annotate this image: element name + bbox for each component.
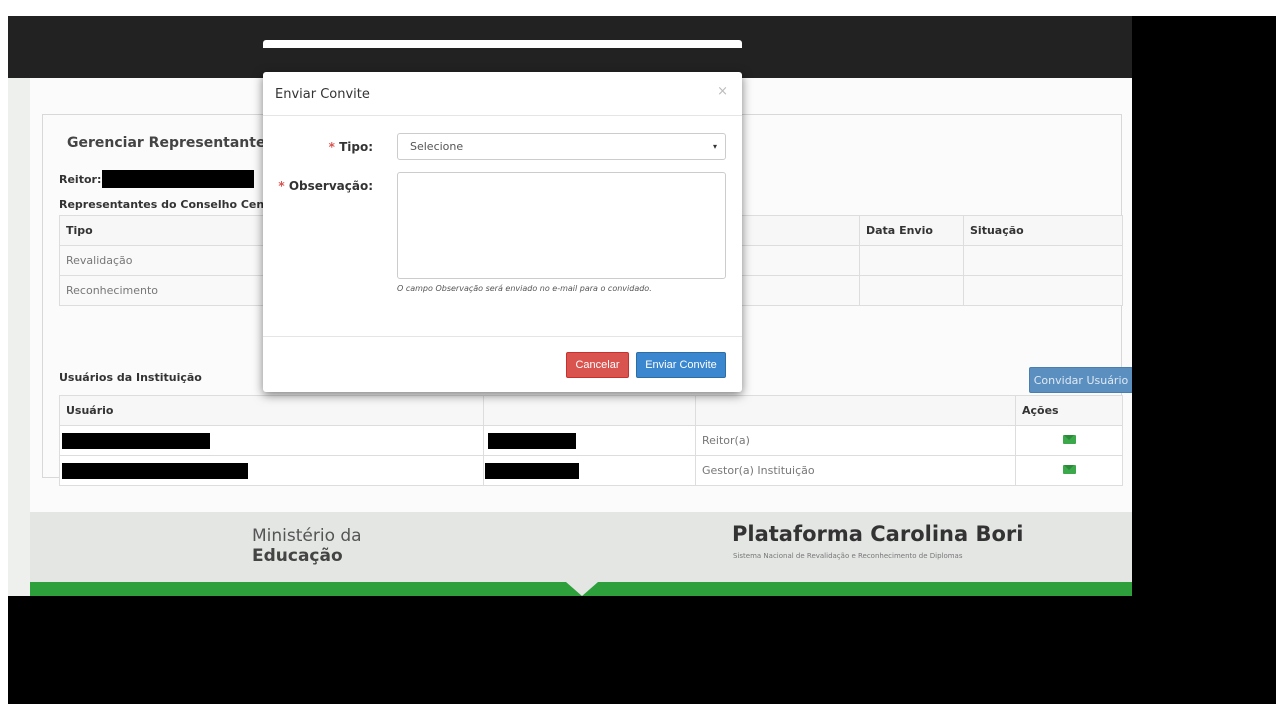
ministry-line-2: Educação	[252, 546, 343, 566]
cell-perfil: Gestor(a) Instituição	[695, 455, 1016, 486]
top-margin	[0, 0, 1276, 16]
required-mark: *	[278, 179, 285, 193]
platform-name: Plataforma Carolina Bori	[732, 522, 1024, 546]
tipo-select-value: Selecione	[410, 140, 464, 153]
modal-title: Enviar Convite	[275, 87, 370, 102]
redacted-user-login	[485, 463, 579, 479]
redacted-reitor-name	[102, 170, 254, 188]
cell-acoes	[1015, 455, 1123, 486]
observacao-label-text: Observação:	[288, 179, 373, 193]
chevron-down-icon: ▾	[712, 142, 717, 151]
send-invite-modal: Enviar Convite × * Tipo: Selecione ▾ * O…	[263, 72, 742, 392]
observacao-textarea[interactable]	[397, 172, 726, 279]
modal-back-layer	[263, 40, 742, 48]
redacted-user-login	[488, 433, 576, 449]
cell-login	[483, 425, 696, 456]
close-icon[interactable]: ×	[717, 84, 728, 99]
modal-header: Enviar Convite ×	[263, 72, 742, 116]
envelope-icon[interactable]	[1062, 435, 1076, 444]
modal-footer: Cancelar Enviar Convite	[263, 336, 742, 392]
representatives-label: Representantes do Conselho Central:	[59, 198, 291, 211]
envelope-icon[interactable]	[1062, 465, 1076, 474]
required-mark: *	[328, 140, 335, 154]
institution-users-label: Usuários da Instituição	[59, 371, 202, 384]
reitor-label: Reitor:	[59, 173, 102, 186]
observacao-help-text: O campo Observação será enviado no e-mai…	[397, 284, 652, 293]
observacao-label: * Observação:	[278, 179, 373, 193]
table-header-row: Usuário Ações	[59, 395, 1123, 426]
column-perfil	[695, 395, 1016, 426]
tipo-label-text: Tipo:	[339, 140, 373, 154]
tipo-select[interactable]: Selecione ▾	[397, 133, 726, 160]
table-row: Reitor(a)	[59, 425, 1123, 456]
invite-user-button[interactable]: Convidar Usuário	[1029, 367, 1132, 393]
table-row: Gestor(a) Instituição	[59, 455, 1123, 486]
ministry-line-1: Ministério da	[252, 526, 362, 546]
left-margin	[0, 0, 8, 704]
column-acoes: Ações	[1015, 395, 1123, 426]
cell-data-envio	[859, 275, 964, 306]
cell-situacao	[963, 245, 1123, 276]
platform-subtitle: Sistema Nacional de Revalidação e Reconh…	[733, 552, 963, 560]
column-login	[483, 395, 696, 426]
cell-usuario	[59, 455, 484, 486]
tipo-label: * Tipo:	[329, 140, 373, 154]
cell-situacao	[963, 275, 1123, 306]
cell-acoes	[1015, 425, 1123, 456]
redacted-user-name	[62, 463, 248, 479]
footer-notch	[566, 582, 598, 596]
cell-perfil: Reitor(a)	[695, 425, 1016, 456]
cell-login	[483, 455, 696, 486]
column-usuario: Usuário	[59, 395, 484, 426]
institution-users-table: Usuário Ações Reitor(a) Gestor(a) Instit…	[59, 395, 1123, 486]
cell-usuario	[59, 425, 484, 456]
send-invite-button[interactable]: Enviar Convite	[636, 352, 726, 378]
cancel-button[interactable]: Cancelar	[566, 352, 629, 378]
footer: Ministério da Educação Plataforma Caroli…	[30, 512, 1132, 596]
column-situacao: Situação	[963, 215, 1123, 246]
cell-data-envio	[859, 245, 964, 276]
redacted-user-name	[62, 433, 210, 449]
column-data-envio: Data Envio	[859, 215, 964, 246]
